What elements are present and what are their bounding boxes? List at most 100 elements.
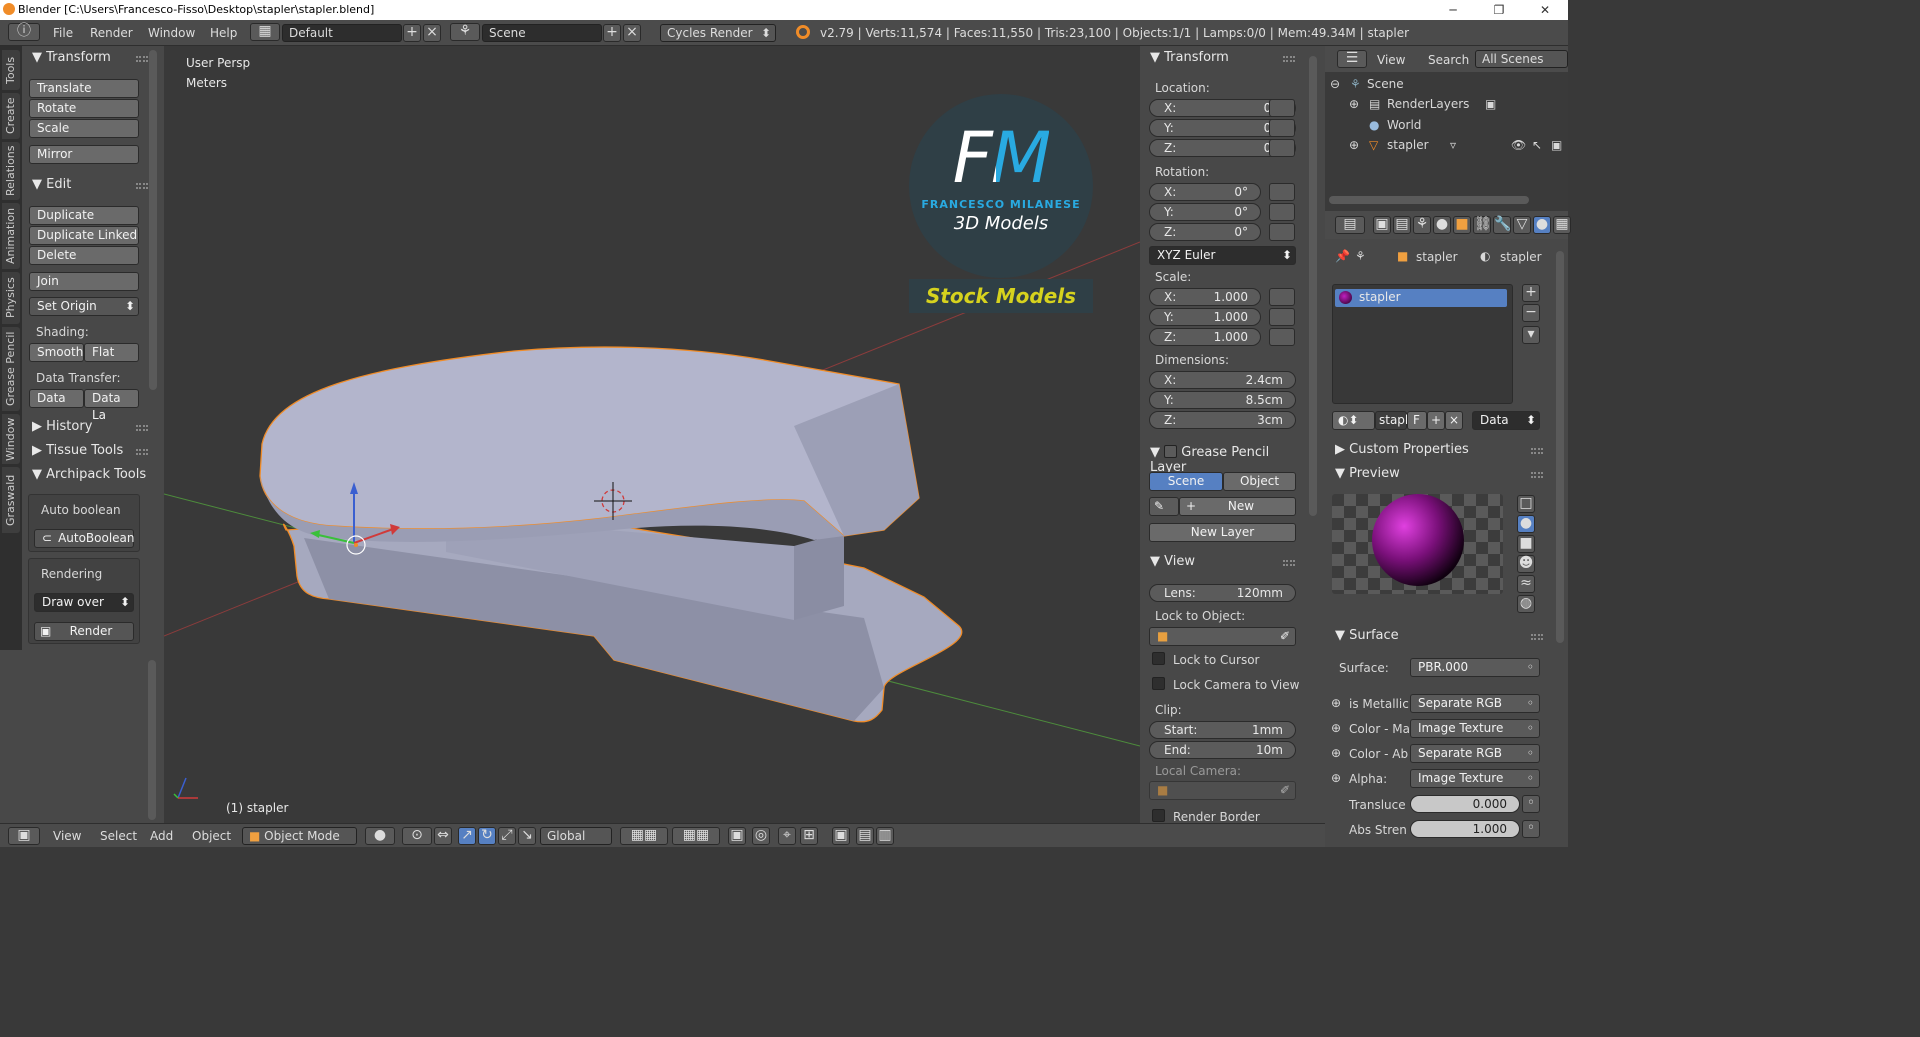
scale-button[interactable]: Scale: [29, 119, 139, 138]
abs-strength-field[interactable]: 1.000: [1410, 820, 1520, 838]
lock-icon[interactable]: [1269, 119, 1295, 137]
render-border-checkbox[interactable]: [1152, 809, 1165, 822]
outliner-hscrollbar[interactable]: [1329, 196, 1529, 204]
fake-user-button[interactable]: F: [1407, 411, 1427, 430]
drag-grip-icon[interactable]: [136, 425, 148, 431]
lock-icon[interactable]: [1269, 183, 1295, 201]
preview-hair-icon[interactable]: ≈: [1517, 575, 1535, 593]
drag-grip-icon[interactable]: [1283, 56, 1295, 62]
outliner-renderlayers[interactable]: RenderLayers: [1387, 97, 1469, 111]
operator-scrollbar[interactable]: [148, 660, 156, 820]
material-tab-icon[interactable]: ●: [1533, 216, 1551, 234]
close-icon[interactable]: ✕: [1522, 0, 1568, 20]
lock-icon[interactable]: [1269, 308, 1295, 326]
link-mode-select[interactable]: Data ⬍: [1472, 411, 1540, 430]
menu-object[interactable]: Object: [192, 829, 231, 843]
scale-z-field[interactable]: Z: 1.000: [1149, 328, 1261, 346]
scale-manipulator-icon[interactable]: ⤢: [498, 827, 516, 845]
drag-grip-icon[interactable]: [1531, 448, 1543, 454]
tab-tools[interactable]: Tools: [2, 50, 20, 90]
drag-grip-icon[interactable]: [136, 183, 148, 189]
render-engine-select[interactable]: Cycles Render ⬍: [660, 24, 776, 42]
add-slot-icon[interactable]: +: [1522, 284, 1540, 302]
local-camera-field[interactable]: ■ ✐: [1149, 781, 1296, 800]
lock-icon[interactable]: [1269, 328, 1295, 346]
texture-tab-icon[interactable]: ▦: [1553, 216, 1571, 234]
dimension-x-field[interactable]: X: 2.4cm: [1149, 371, 1296, 389]
drag-grip-icon[interactable]: [136, 449, 148, 455]
panel-gp-layer-header[interactable]: ▼ Grease Pencil Layer: [1150, 443, 1305, 475]
tab-window[interactable]: Window: [2, 414, 20, 464]
scene-icon[interactable]: ⚘: [450, 23, 480, 41]
input-link-field[interactable]: Separate RGB ◦: [1410, 744, 1540, 763]
delete-button[interactable]: Delete: [29, 246, 139, 265]
remove-scene-icon[interactable]: ×: [623, 24, 641, 42]
toolshelf-scrollbar[interactable]: [149, 50, 157, 390]
render-button[interactable]: ▣ Render: [34, 622, 134, 641]
snap-element-icon[interactable]: ⊞: [800, 827, 818, 845]
preview-sphere-icon[interactable]: ●: [1517, 515, 1535, 533]
join-button[interactable]: Join: [29, 272, 139, 291]
panel-view-header[interactable]: ▼ View: [1150, 554, 1195, 569]
outliner-type-icon[interactable]: ☰: [1337, 50, 1367, 68]
outliner-stapler[interactable]: stapler: [1387, 138, 1429, 152]
panel-edit-header[interactable]: ▼ Edit: [32, 177, 71, 192]
expand-input-icon[interactable]: ⊕: [1331, 746, 1341, 760]
screen-layout-icon[interactable]: ▦: [250, 23, 280, 41]
render-layer-toggle-icon[interactable]: ▣: [1485, 97, 1496, 111]
input-link-field[interactable]: Image Texture ◦: [1410, 719, 1540, 738]
add-scene-icon[interactable]: +: [603, 24, 621, 42]
mirror-button[interactable]: Mirror: [29, 145, 139, 164]
rotation-x-field[interactable]: X: 0°: [1149, 183, 1261, 201]
slot-specials-icon[interactable]: ▾: [1522, 326, 1540, 344]
browse-material-icon[interactable]: ◐⬍: [1332, 411, 1375, 430]
translucency-field[interactable]: 0.000: [1410, 795, 1520, 813]
unlink-material-icon[interactable]: ×: [1445, 411, 1463, 430]
layers-grid-icon[interactable]: ▦▦: [672, 827, 720, 845]
proportional-edit-icon[interactable]: ◎: [752, 827, 770, 845]
snap-icon[interactable]: ⌖: [778, 827, 796, 845]
lock-layers-icon[interactable]: ▣: [728, 827, 746, 845]
remove-slot-icon[interactable]: −: [1522, 304, 1540, 322]
menu-help[interactable]: Help: [210, 26, 237, 40]
opengl-render-icon[interactable]: ▤: [856, 827, 874, 845]
menu-view[interactable]: View: [53, 829, 81, 843]
gp-layer-checkbox[interactable]: [1164, 445, 1178, 458]
scene-tab-icon[interactable]: ⚘: [1413, 216, 1431, 234]
menu-window[interactable]: Window: [148, 26, 195, 40]
panel-history-header[interactable]: ▶ History: [32, 419, 92, 434]
expand-input-icon[interactable]: ⊕: [1331, 771, 1341, 785]
panel-transform-header[interactable]: ▼ Transform: [32, 50, 111, 65]
viewport-shading-icon[interactable]: ●: [365, 827, 395, 845]
rotation-y-field[interactable]: Y: 0°: [1149, 203, 1261, 221]
duplicate-button[interactable]: Duplicate: [29, 206, 139, 225]
preview-monkey-icon[interactable]: ☻: [1517, 555, 1535, 573]
drag-grip-icon[interactable]: [1283, 560, 1295, 566]
editor-type-icon[interactable]: ▣: [8, 827, 40, 845]
new-material-icon[interactable]: +: [1427, 411, 1445, 430]
pivot-point-icon[interactable]: ⊙: [402, 827, 432, 845]
pin-icon[interactable]: 📌: [1335, 249, 1350, 263]
panel-tissue-header[interactable]: ▶ Tissue Tools: [32, 443, 123, 458]
preview-cube-icon[interactable]: ■: [1517, 535, 1535, 553]
surface-shader-field[interactable]: PBR.000 ◦: [1410, 658, 1540, 677]
drag-grip-icon[interactable]: [1531, 472, 1543, 478]
render-tab-icon[interactable]: ▣: [1373, 216, 1391, 234]
dimension-y-field[interactable]: Y: 8.5cm: [1149, 391, 1296, 409]
manipulator-toggle-icon[interactable]: ⇔: [434, 827, 452, 845]
modifiers-tab-icon[interactable]: 🔧: [1493, 216, 1511, 234]
properties-type-icon[interactable]: ▤: [1335, 216, 1365, 234]
scale-x-field[interactable]: X: 1.000: [1149, 288, 1261, 306]
lock-icon[interactable]: [1269, 139, 1295, 157]
rotation-mode-select[interactable]: XYZ Euler ⬍: [1149, 246, 1296, 265]
mode-select[interactable]: ■ Object Mode: [242, 827, 357, 845]
lock-icon[interactable]: [1269, 288, 1295, 306]
world-tab-icon[interactable]: ●: [1433, 216, 1451, 234]
translate-manipulator-icon[interactable]: ↗: [458, 827, 476, 845]
panel-preview-header[interactable]: ▼ Preview: [1335, 466, 1400, 481]
scene-field[interactable]: Scene: [482, 24, 602, 42]
n-panel-scrollbar[interactable]: [1309, 56, 1317, 516]
expand-icon[interactable]: ⊕: [1349, 138, 1359, 152]
outliner-world[interactable]: World: [1387, 118, 1421, 132]
menu-render[interactable]: Render: [90, 26, 133, 40]
